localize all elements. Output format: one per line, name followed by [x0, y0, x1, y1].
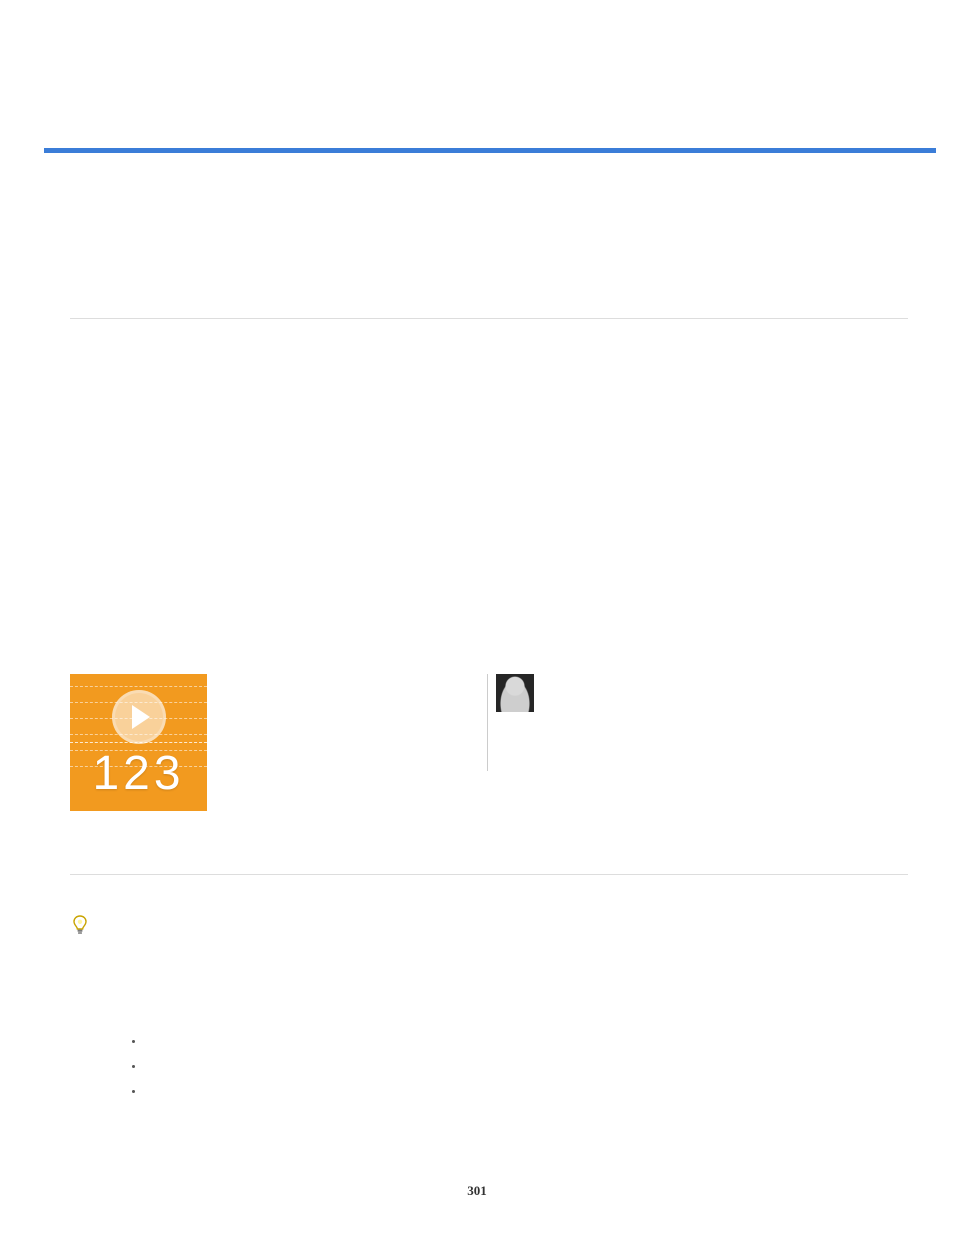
horizontal-rule-thin	[70, 318, 908, 319]
tip-section	[72, 915, 934, 1108]
document-page: 123	[0, 0, 954, 1108]
horizontal-rule-thin	[70, 874, 908, 875]
video-thumbnail-number: 123	[92, 746, 184, 801]
list-item	[132, 1033, 934, 1058]
play-icon	[112, 690, 166, 744]
quote-block	[487, 674, 534, 771]
bullet-list	[132, 1033, 934, 1108]
page-number: 301	[0, 1183, 954, 1199]
lightbulb-icon	[72, 915, 88, 937]
horizontal-rule-thick	[44, 148, 936, 153]
video-thumbnail[interactable]: 123	[70, 674, 207, 811]
list-item	[132, 1083, 934, 1108]
list-item	[132, 1058, 934, 1083]
media-row: 123	[70, 674, 934, 811]
avatar	[496, 674, 534, 712]
